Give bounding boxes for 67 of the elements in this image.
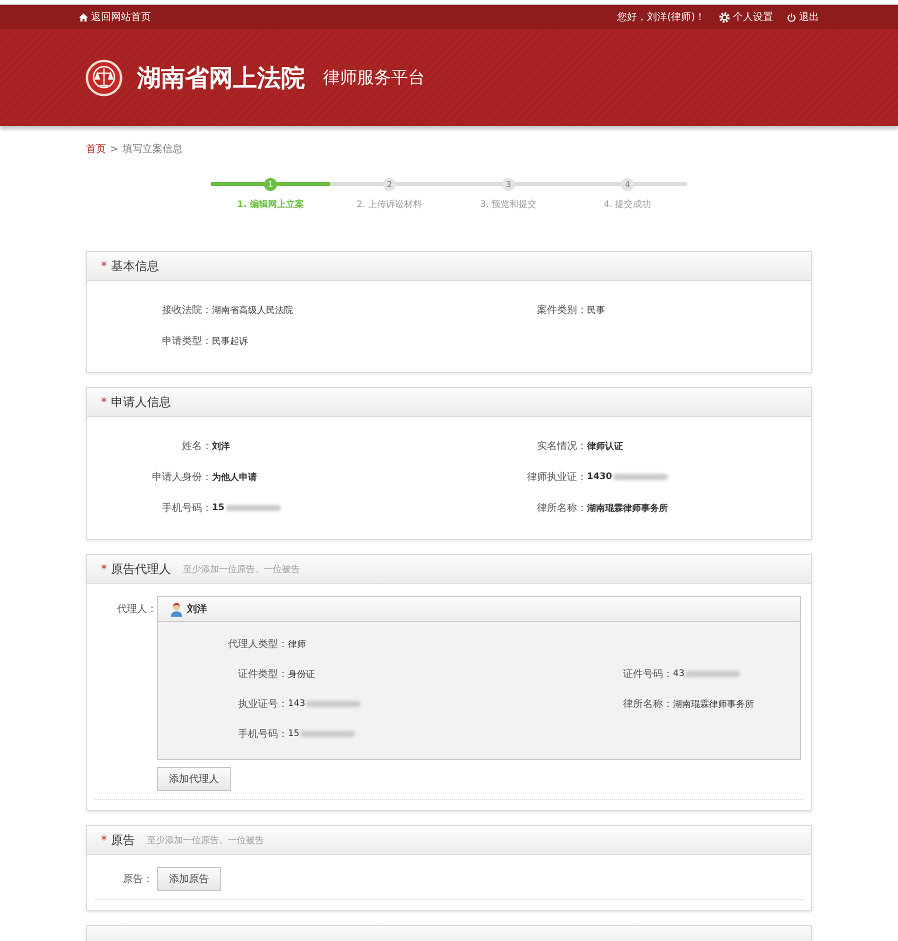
required-mark: *: [101, 259, 107, 273]
field-value: 律师认证: [587, 440, 623, 452]
field-label: 案件类别：: [536, 304, 587, 317]
logout-link[interactable]: 退出: [787, 10, 819, 24]
field-label: 申请类型：: [161, 334, 212, 348]
field-value: 湖南琨霖律师事务所: [587, 502, 668, 514]
step-number: 2: [383, 178, 396, 190]
field-label: 申请人身份：: [151, 470, 212, 484]
step-label: 2. 上传诉讼材料: [356, 198, 422, 211]
step-number: 1: [264, 178, 277, 190]
field-value: 143: [288, 699, 306, 709]
breadcrumb-separator: >: [110, 144, 118, 154]
court-emblem-icon: [85, 58, 123, 96]
field-value: 民事起诉: [212, 336, 248, 348]
home-link[interactable]: 返回网站首页: [79, 10, 151, 24]
step-label: 1. 编辑网上立案: [237, 198, 304, 211]
breadcrumb-current: 填写立案信息: [122, 142, 182, 156]
field-label: 律所名称：: [622, 698, 673, 711]
field-label: 代理人类型：: [227, 638, 288, 651]
field-value: 民事: [587, 304, 605, 316]
section-title: 原告代理人: [111, 560, 171, 578]
site-subtitle: 律师服务平台: [323, 67, 425, 89]
person-icon: [170, 602, 183, 616]
field-value: 湖南省高级人民法院: [212, 304, 293, 316]
field-value: 43: [673, 669, 684, 679]
settings-icon: [719, 12, 730, 22]
field-label: 接收法院：: [161, 304, 212, 317]
field-label: 执业证号：: [237, 698, 288, 711]
step-label: 3. 预览和提交: [480, 198, 537, 211]
field-value: 湖南琨霖律师事务所: [673, 698, 754, 710]
step-label: 4. 提交成功: [604, 198, 652, 211]
field-label: 律师执业证：: [526, 470, 587, 484]
required-mark: *: [101, 395, 107, 409]
add-agent-button[interactable]: 添加代理人: [157, 767, 231, 791]
required-mark: *: [101, 562, 107, 576]
add-plaintiff-button[interactable]: 添加原告: [157, 867, 221, 891]
settings-link[interactable]: 个人设置: [719, 10, 773, 24]
site-title: 湖南省网上法院: [137, 62, 305, 94]
section-hint: 至少添加一位原告、一位被告: [147, 834, 264, 846]
field-value: 1430: [587, 472, 612, 482]
field-label: 姓名：: [181, 440, 212, 453]
breadcrumb-home-link[interactable]: 首页: [86, 142, 106, 156]
step-number: 4: [621, 178, 634, 190]
field-label: 代理人：: [116, 603, 157, 617]
home-icon: [79, 12, 88, 22]
section-title: 申请人信息: [111, 394, 171, 410]
agent-name: 刘洋: [187, 602, 207, 616]
section-title: 原告: [111, 832, 135, 848]
section-title: 基本信息: [111, 258, 159, 274]
field-value: 为他人申请: [212, 471, 257, 484]
greeting-text: 您好，刘洋(律师)！: [617, 10, 705, 24]
field-value: 刘洋: [212, 440, 230, 452]
field-label: 手机号码：: [237, 728, 288, 741]
field-value: 身份证: [288, 668, 315, 680]
field-label: 证件号码：: [622, 668, 673, 681]
field-label: 实名情况：: [536, 440, 587, 453]
power-icon: [787, 12, 796, 22]
section-hint: 至少添加一位原告、一位被告: [183, 564, 300, 576]
field-label: 律所名称：: [536, 502, 587, 515]
field-value: 15: [212, 503, 225, 513]
field-label: 手机号码：: [161, 502, 212, 515]
field-label: 原告：: [122, 872, 153, 886]
field-value: 15: [288, 729, 300, 739]
required-mark: *: [101, 833, 107, 847]
step-number: 3: [502, 178, 515, 190]
field-label: 证件类型：: [237, 668, 288, 681]
field-value: 律师: [288, 638, 306, 650]
